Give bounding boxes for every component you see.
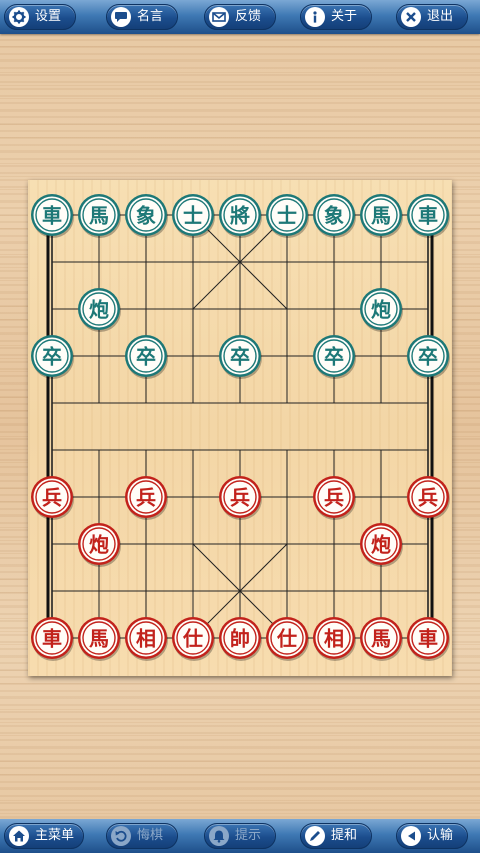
piece-label: 兵 [136,486,156,510]
red-piece[interactable]: 馬 [360,617,403,661]
feedback-label: 反馈 [235,9,262,24]
piece-label: 象 [136,204,156,228]
piece-label: 炮 [89,533,109,557]
bottom-toolbar: 主菜单 悔棋 提示 提和 认输 [0,819,480,853]
board-grid: 車馬象士將士象馬車炮 炮卒卒卒卒卒兵兵兵兵兵炮 炮車馬相仕帥仕相馬車 [31,194,450,661]
black-piece[interactable]: 炮 [360,288,403,332]
black-piece[interactable]: 卒 [313,335,356,379]
close-icon [401,7,421,27]
piece-label: 車 [418,204,438,228]
piece-label: 炮 [89,298,109,322]
envelope-icon [209,7,229,27]
quotes-label: 名言 [137,9,164,24]
piece-label: 卒 [418,345,438,369]
main-menu-button[interactable]: 主菜单 [4,823,84,849]
black-piece[interactable]: 車 [31,194,74,238]
resign-button[interactable]: 认输 [396,823,468,849]
piece-label: 兵 [42,486,62,510]
piece-label: 炮 [371,298,391,322]
black-piece[interactable]: 馬 [78,194,121,238]
black-piece[interactable]: 卒 [407,335,450,379]
piece-label: 士 [183,204,203,228]
black-piece[interactable]: 將 [219,194,262,238]
piece-label: 相 [324,627,344,651]
black-piece[interactable]: 象 [313,194,356,238]
piece-label: 馬 [371,627,391,651]
black-piece[interactable]: 象 [125,194,168,238]
feedback-button[interactable]: 反馈 [204,4,276,30]
piece-label: 車 [42,204,62,228]
quotes-button[interactable]: 名言 [106,4,178,30]
red-piece[interactable]: 兵 [407,476,450,520]
exit-label: 退出 [427,9,454,24]
red-piece[interactable]: 馬 [78,617,121,661]
undo-label: 悔棋 [137,828,164,843]
black-piece[interactable]: 炮 [78,288,121,332]
piece-label: 馬 [89,627,109,651]
piece-label: 馬 [89,204,109,228]
gear-icon [9,7,29,27]
red-piece[interactable]: 仕 [172,617,215,661]
piece-label: 馬 [371,204,391,228]
red-piece[interactable]: 兵 [219,476,262,520]
black-piece[interactable]: 卒 [31,335,74,379]
red-piece[interactable]: 車 [31,617,74,661]
piece-label: 卒 [42,345,62,369]
piece-label: 仕 [276,627,297,651]
piece-label: 仕 [182,627,203,651]
piece-label: 將 [230,204,250,228]
speech-bubble-icon [111,7,131,27]
settings-button[interactable]: 设置 [4,4,76,30]
red-piece[interactable]: 相 [313,617,356,661]
piece-label: 卒 [230,345,250,369]
undo-button[interactable]: 悔棋 [106,823,178,849]
info-icon [305,7,325,27]
piece-label: 帥 [230,627,250,651]
piece-label: 兵 [418,486,438,510]
black-piece[interactable]: 卒 [219,335,262,379]
settings-label: 设置 [35,9,62,24]
resign-label: 认输 [427,828,454,843]
hint-button[interactable]: 提示 [204,823,276,849]
piece-label: 車 [42,627,62,651]
red-piece[interactable]: 車 [407,617,450,661]
black-piece[interactable]: 士 [172,194,215,238]
about-label: 关于 [331,9,358,24]
red-piece[interactable]: 兵 [125,476,168,520]
black-piece[interactable]: 車 [407,194,450,238]
red-piece[interactable]: 帥 [219,617,262,661]
about-button[interactable]: 关于 [300,4,372,30]
main-menu-label: 主菜单 [35,828,75,843]
black-piece[interactable]: 馬 [360,194,403,238]
piece-label: 兵 [230,486,250,510]
exit-button[interactable]: 退出 [396,4,468,30]
top-toolbar: 设置 名言 反馈 关于 退出 [0,0,480,34]
black-piece[interactable]: 士 [266,194,309,238]
red-piece[interactable]: 仕 [266,617,309,661]
piece-label: 卒 [136,345,156,369]
hint-label: 提示 [235,828,262,843]
piece-label: 相 [136,627,156,651]
red-piece[interactable]: 炮 [78,523,121,567]
red-piece[interactable]: 兵 [31,476,74,520]
piece-label: 兵 [324,486,344,510]
offer-draw-label: 提和 [331,828,358,843]
pencil-icon [305,826,325,846]
chess-board[interactable]: 車馬象士將士象馬車炮炮卒卒卒卒卒兵兵兵兵兵炮炮車馬相仕帥仕相馬車 [28,180,452,676]
offer-draw-button[interactable]: 提和 [300,823,372,849]
undo-icon [111,826,131,846]
piece-label: 炮 [371,533,391,557]
red-piece[interactable]: 炮 [360,523,403,567]
flag-icon [401,826,421,846]
black-piece[interactable]: 卒 [125,335,168,379]
bell-icon [209,826,229,846]
home-icon [9,826,29,846]
piece-label: 卒 [324,345,344,369]
piece-label: 象 [324,204,344,228]
red-piece[interactable]: 兵 [313,476,356,520]
piece-label: 車 [418,627,438,651]
red-piece[interactable]: 相 [125,617,168,661]
piece-label: 士 [277,204,297,228]
